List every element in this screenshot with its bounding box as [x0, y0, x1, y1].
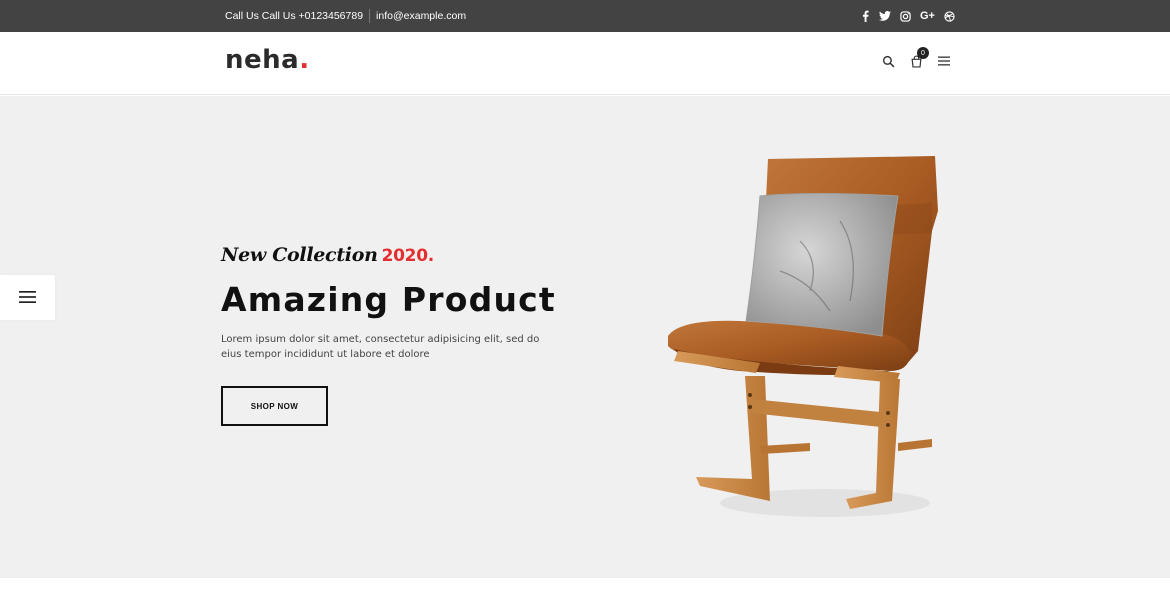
logo-dot: . — [299, 45, 310, 75]
dribbble-icon[interactable] — [944, 10, 955, 22]
facebook-icon[interactable] — [860, 10, 870, 22]
hamburger-icon — [19, 288, 36, 307]
twitter-icon[interactable] — [879, 10, 891, 22]
social-links: G+ — [860, 0, 955, 32]
divider — [369, 9, 371, 23]
phone-text[interactable]: Call Us Call Us +0123456789 — [225, 10, 363, 22]
menu-icon[interactable] — [936, 53, 952, 69]
instagram-icon[interactable] — [900, 10, 911, 22]
header-actions: 0 — [880, 47, 952, 69]
search-icon[interactable] — [880, 53, 896, 69]
hero-banner: New Collection 2020. Amazing Product Lore… — [0, 96, 1170, 577]
hero-description: Lorem ipsum dolor sit amet, consectetur … — [221, 334, 540, 360]
google-plus-icon[interactable]: G+ — [920, 10, 935, 22]
contact-info: Call Us Call Us +0123456789 info@example… — [225, 0, 466, 32]
hero-headline: Amazing Product — [221, 280, 556, 319]
chair-product-image — [668, 156, 938, 517]
cart-count-badge: 0 — [917, 47, 929, 59]
site-logo[interactable]: neha. — [225, 45, 310, 75]
logo-text: neha — [225, 45, 300, 75]
top-bar: Call Us Call Us +0123456789 info@example… — [0, 0, 1170, 32]
page-bottom-strip — [0, 577, 1170, 595]
email-link[interactable]: info@example.com — [376, 10, 466, 22]
cart-icon[interactable]: 0 — [908, 47, 929, 69]
hero-tagline: New Collection 2020. — [221, 244, 434, 266]
collection-text: New Collection — [221, 244, 378, 266]
side-menu-toggle[interactable] — [0, 275, 55, 320]
collection-year: 2020. — [381, 246, 435, 266]
site-header: neha. 0 — [0, 32, 1170, 95]
shop-now-button[interactable]: SHOP NOW — [221, 386, 328, 426]
